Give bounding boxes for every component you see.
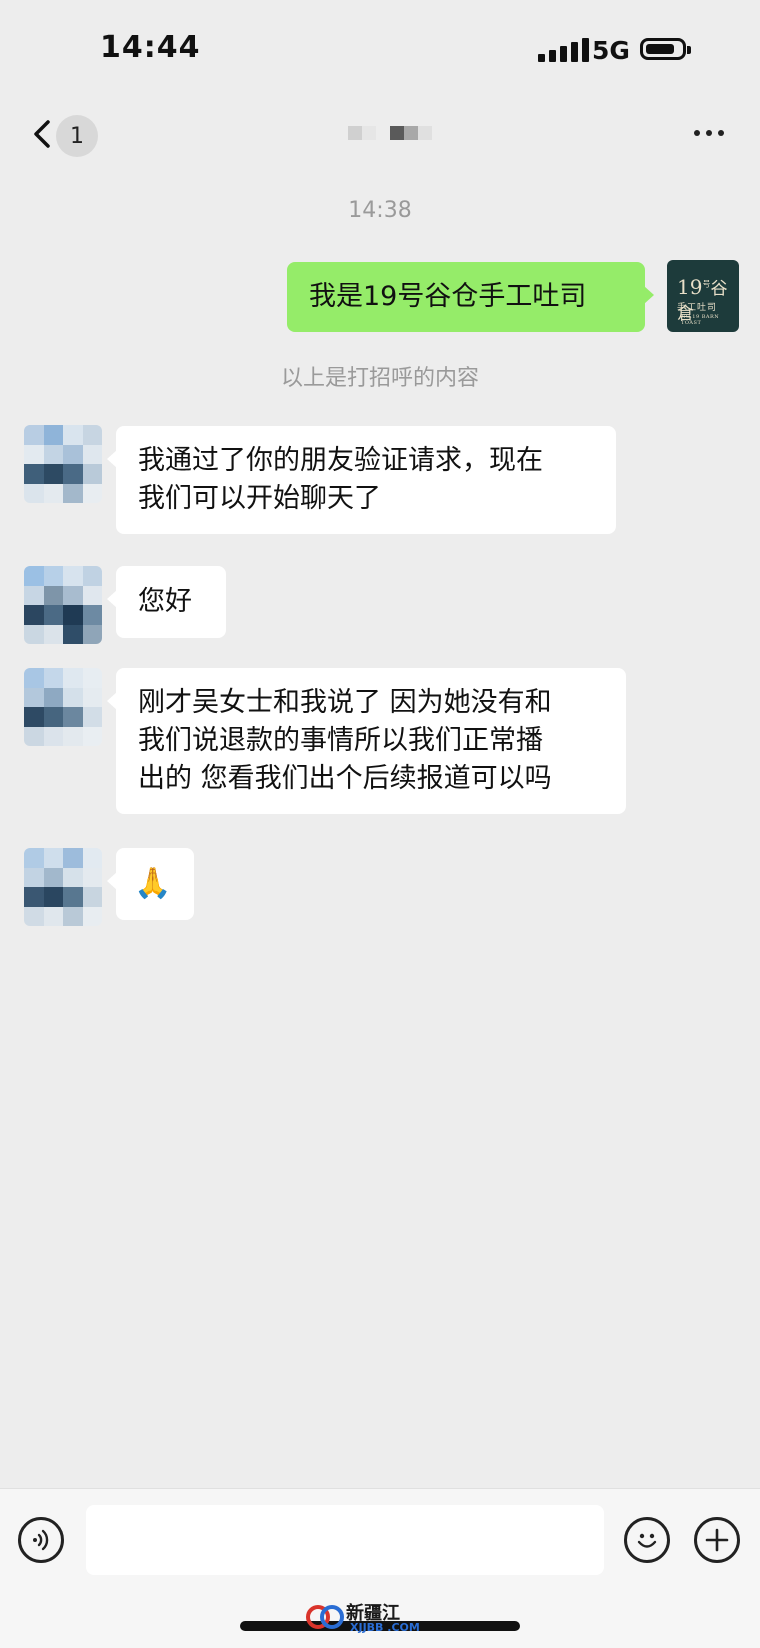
contact-avatar[interactable] <box>24 425 102 503</box>
incoming-message[interactable]: 您好 <box>107 566 226 638</box>
message-text-input[interactable] <box>86 1505 604 1575</box>
message-line: 我们可以开始聊天了 <box>138 483 381 514</box>
clock: 14:44 <box>100 30 201 65</box>
avatar-english-text: NO.19 BARN TOAST <box>681 314 720 326</box>
chat-title-censored <box>348 126 432 140</box>
contact-avatar[interactable] <box>24 848 102 926</box>
message-text: 我是19号谷仓手工吐司 <box>309 281 587 312</box>
incoming-message[interactable]: 我通过了你的朋友验证请求，现在 我们可以开始聊天了 <box>107 426 616 534</box>
chat-header: 1 <box>0 100 760 180</box>
watermark-url: XJJBB .COM <box>350 1621 420 1634</box>
more-functions-button[interactable] <box>694 1517 740 1563</box>
network-type: 5G <box>592 36 630 65</box>
smiley-icon <box>637 1533 657 1548</box>
watermark-logo-icon <box>306 1605 344 1629</box>
more-options-icon[interactable] <box>694 130 724 136</box>
message-timestamp: 14:38 <box>348 198 412 223</box>
contact-avatar[interactable] <box>24 566 102 644</box>
plus-icon <box>705 1528 729 1552</box>
site-watermark: 新疆江 XJJBB .COM <box>306 1599 466 1635</box>
message-text: 您好 <box>138 586 192 617</box>
incoming-message[interactable]: 刚才吴女士和我说了 因为她没有和 我们说退款的事情所以我们正常播 出的 您看我们… <box>107 668 626 814</box>
self-avatar[interactable]: 19号谷倉 手工吐司 NO.19 BARN TOAST <box>667 260 739 332</box>
voice-icon <box>33 1529 49 1551</box>
message-line: 出的 您看我们出个后续报道可以吗 <box>138 763 552 794</box>
signal-strength-icon <box>538 38 589 62</box>
message-line: 刚才吴女士和我说了 因为她没有和 <box>138 687 552 718</box>
battery-icon <box>640 38 691 60</box>
contact-avatar[interactable] <box>24 668 102 746</box>
greeting-note: 以上是打招呼的内容 <box>280 366 479 391</box>
message-line: 我们说退款的事情所以我们正常播 <box>138 725 543 756</box>
message-input-bar: 新疆江 XJJBB .COM <box>0 1488 760 1648</box>
voice-input-button[interactable] <box>18 1517 64 1563</box>
incoming-message[interactable]: 🙏 <box>107 848 194 920</box>
status-bar: 14:44 5G <box>0 0 760 100</box>
emoji-button[interactable] <box>624 1517 670 1563</box>
avatar-subtitle: 手工吐司 <box>677 303 718 313</box>
unread-count-badge[interactable]: 1 <box>56 115 98 157</box>
outgoing-message[interactable]: 我是19号谷仓手工吐司 <box>287 262 654 332</box>
message-line: 我通过了你的朋友验证请求，现在 <box>138 445 543 476</box>
pray-emoji: 🙏 <box>134 866 172 901</box>
